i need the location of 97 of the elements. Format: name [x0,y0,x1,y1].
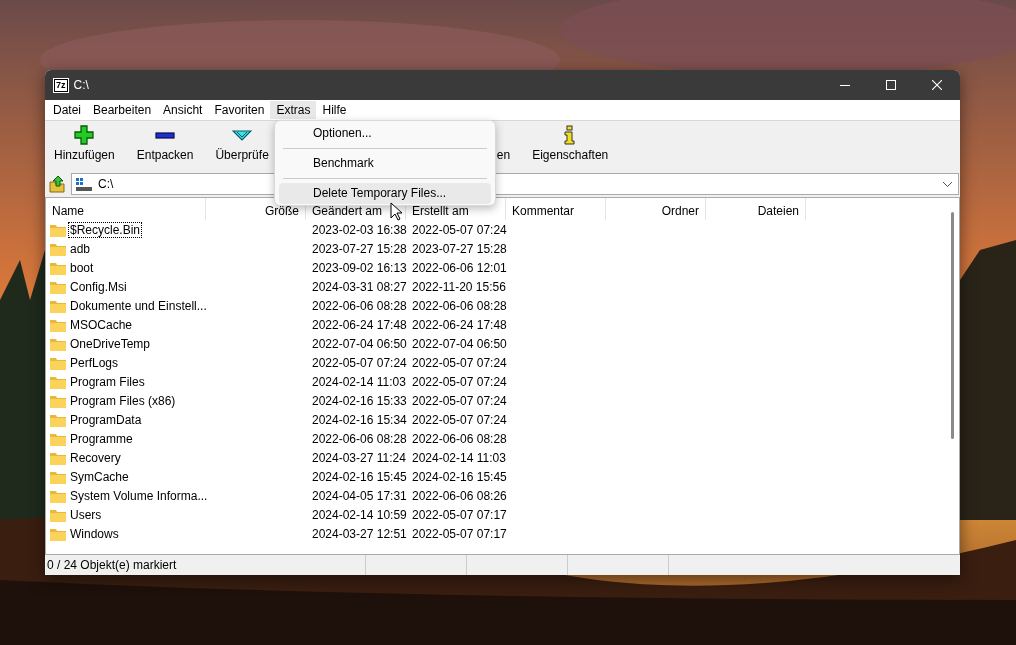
table-cell-text: 2023-09-02 16:13 [311,260,406,275]
folder-icon [50,336,66,351]
window-title: C:\ [73,78,89,92]
file-name[interactable]: Users [68,506,104,523]
column-header[interactable]: Ordner [606,198,706,220]
table-cell-text: 2022-05-07 07:24 [411,355,506,370]
table-cell-text: 2024-02-14 11:03 [311,374,406,389]
table-cell-text: 2024-03-27 11:24 [311,450,406,465]
file-name[interactable]: Recovery [68,449,123,466]
table-cell-text: 2024-04-05 17:31 [311,488,406,503]
table-cell-text: 2022-05-07 07:24 [311,355,406,370]
folder-icon [50,260,66,275]
folder-icon [50,279,66,294]
folder-icon [50,488,66,503]
app-logo: 7z [54,78,68,92]
column-header[interactable]: Name [46,198,206,220]
file-name[interactable]: $Recycle.Bin [68,221,143,238]
menu-item[interactable]: Datei [47,101,87,119]
folder-icon [50,374,66,389]
table-cell-text: 2024-03-31 08:27 [311,279,406,294]
menu-item[interactable]: Delete Temporary Files... [279,183,491,204]
maximize-icon [886,80,896,90]
folder-icon [50,393,66,408]
table-cell-text: 2024-03-27 12:51 [311,526,406,541]
folder-up-icon [48,174,66,194]
table-cell-text: 2024-02-14 11:03 [411,450,506,465]
toolbar-button[interactable]: Eigenschaften [529,121,612,162]
table-cell-text: 2024-02-16 15:45 [311,469,406,484]
folder-icon [50,317,66,332]
table-cell-text: 2022-11-20 15:56 [411,279,506,294]
table-cell-text: 2022-05-07 07:24 [411,222,506,237]
scrollbar-thumb[interactable] [951,212,954,439]
file-name[interactable]: Config.Msi [68,278,129,295]
folder-icon [50,469,66,484]
file-name[interactable]: OneDriveTemp [68,335,153,352]
table-cell-text: 2022-05-07 07:24 [411,393,506,408]
table-cell-text: 2022-07-04 06:50 [411,336,506,351]
menu-item[interactable]: Extras [270,101,317,119]
table-cell-text: 2022-06-06 08:28 [411,431,506,446]
toolbar-button[interactable]: Entpacken [133,121,197,162]
toolbar-button[interactable]: en [493,121,514,162]
plus-icon [74,125,95,145]
table-cell-text: 2022-06-24 17:48 [311,317,406,332]
table-cell-text: 2022-06-06 12:01 [411,260,506,275]
menu-item[interactable]: Benchmark [279,153,491,174]
table-cell-text: 2023-02-03 16:38 [311,222,406,237]
file-name[interactable]: Programme [68,430,135,447]
folder-icon [50,222,66,237]
file-name[interactable]: Program Files (x86) [68,392,178,409]
file-name[interactable]: ProgramData [68,411,144,428]
close-icon [932,80,942,90]
menu-item[interactable]: Hilfe [316,101,353,119]
drive-icon [76,177,92,191]
table-cell-text: 2022-06-24 17:48 [411,317,506,332]
folder-icon [50,355,66,370]
folder-icon [50,431,66,446]
table-cell-text: 2022-05-07 07:17 [411,507,506,522]
table-cell-text: 2022-07-04 06:50 [311,336,406,351]
table-cell-text: 2022-06-06 08:28 [411,298,506,313]
menu-item[interactable]: Optionen... [279,123,491,144]
table-cell-text: 2022-05-07 07:17 [411,526,506,541]
folder-icon [50,412,66,427]
toolbar-button[interactable]: Hinzufügen [51,121,118,162]
file-name[interactable]: boot [68,259,96,276]
table-cell-text: 2022-06-06 08:26 [411,488,506,503]
table-cell-text: 2023-07-27 15:28 [311,241,406,256]
menu-item[interactable]: Favoriten [208,101,271,119]
file-name[interactable]: SymCache [68,468,131,485]
table-cell-text: 2022-06-06 08:28 [311,431,406,446]
table-cell-text: 2023-07-27 15:28 [411,241,506,256]
folder-icon [50,526,66,541]
table-cell-text: 2022-05-07 07:24 [411,412,506,427]
file-name[interactable]: System Volume Informa... [68,487,210,504]
file-name[interactable]: MSOCache [68,316,135,333]
menu-item[interactable]: Ansicht [157,101,209,119]
column-header[interactable]: Dateien [706,198,806,220]
file-name[interactable]: adb [68,240,93,257]
toolbar-button[interactable]: Überprüfe [212,121,272,162]
up-folder-button[interactable] [47,173,67,195]
table-cell-text: 2024-02-14 10:59 [311,507,406,522]
dropdown-caret-icon [943,181,952,187]
folder-icon [50,298,66,313]
table-cell-text: 2022-06-06 08:28 [311,298,406,313]
file-name[interactable]: Windows [68,525,121,542]
file-name[interactable]: Program Files [68,373,147,390]
table-cell-text: 2024-02-16 15:45 [411,469,506,484]
folder-icon [50,241,66,256]
file-name[interactable]: Dokumente und Einstell... [68,297,209,314]
folder-icon [50,450,66,465]
menu-item[interactable]: Bearbeiten [87,101,158,119]
folder-icon [50,507,66,522]
column-header[interactable]: Kommentar [506,198,606,220]
file-name[interactable]: PerfLogs [68,354,121,371]
table-cell-text: 2024-02-16 15:34 [311,412,406,427]
status-text: 0 / 24 Objekt(e) markiert [45,555,366,575]
table-cell-text: 2024-02-16 15:33 [311,393,406,408]
table-cell-text: 2022-05-07 07:24 [411,374,506,389]
